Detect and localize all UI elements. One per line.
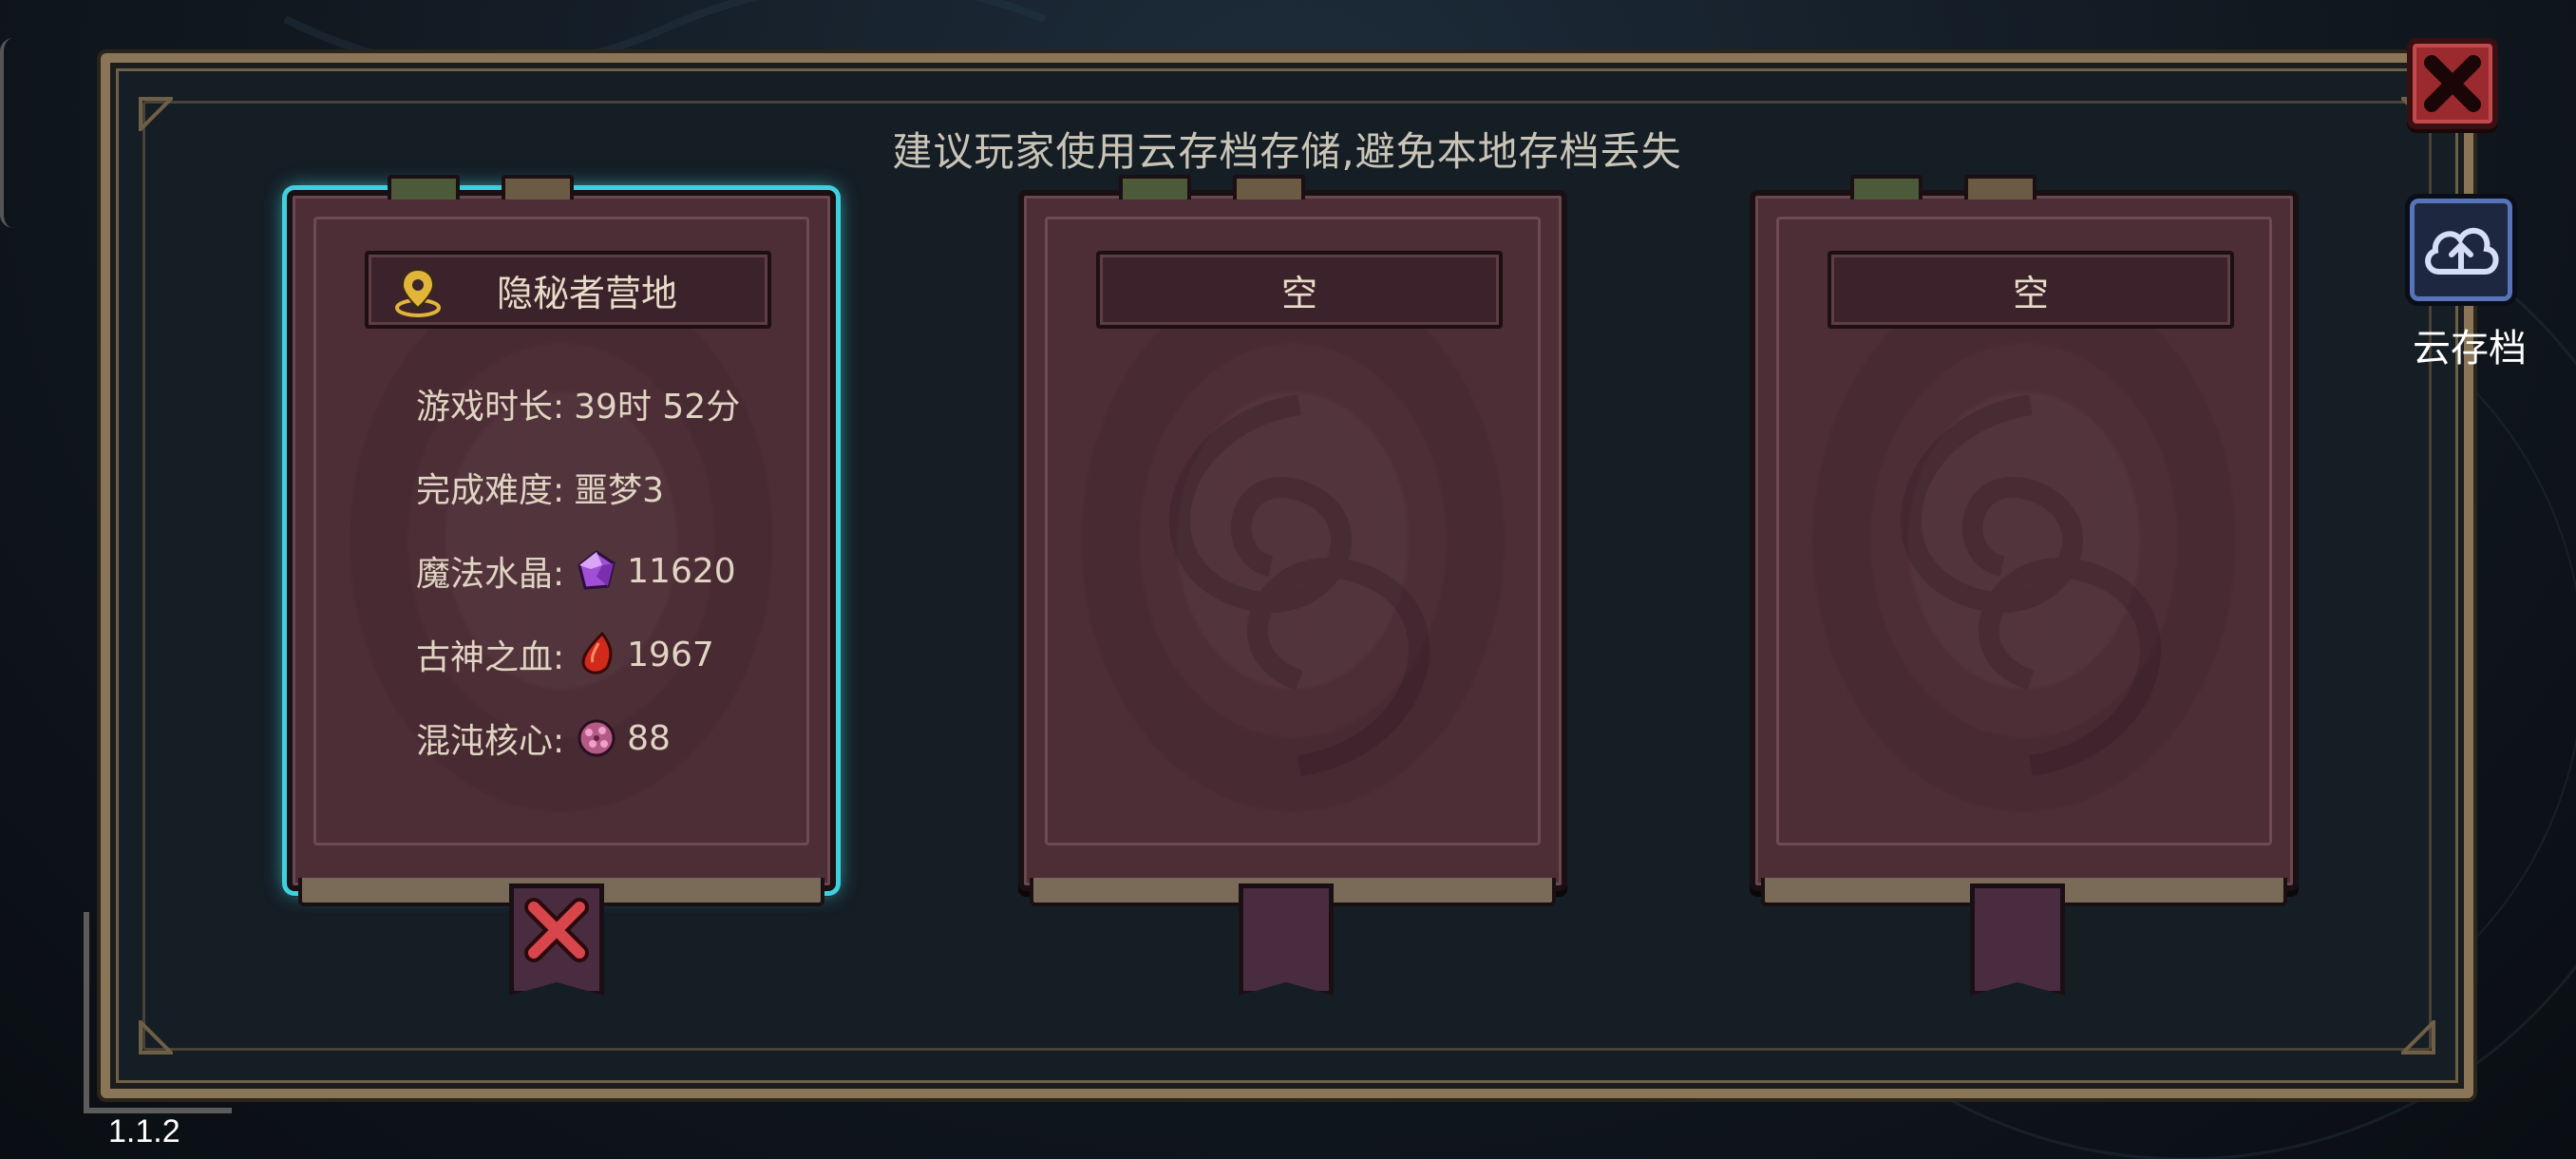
- book-cover-pattern: [1169, 394, 1430, 776]
- slot-title-plate: 空: [1096, 251, 1503, 329]
- slot-title-plate: 隐秘者营地: [365, 251, 771, 329]
- crystal-icon: [578, 550, 616, 590]
- close-x-icon: [2424, 55, 2481, 112]
- delete-save-button[interactable]: [509, 884, 604, 996]
- screen-edge-decoration: [0, 38, 13, 228]
- book-tab: [388, 175, 460, 200]
- stat-label: 古神之血:: [416, 638, 565, 677]
- stat-difficulty: 完成难度: 噩梦3: [416, 466, 740, 510]
- stat-value: 1967: [627, 635, 714, 674]
- stat-label: 混沌核心:: [416, 722, 565, 761]
- delete-x-icon: [524, 898, 589, 962]
- stat-chaos-core: 混沌核心: 88: [416, 716, 740, 762]
- book-tab: [1850, 175, 1923, 200]
- slot-stats: 游戏时长: 39时 52分 完成难度: 噩梦3 魔法水晶: 11620 古神之血…: [416, 382, 740, 800]
- save-slot-2[interactable]: 空: [1018, 175, 1567, 906]
- slot-title-plate: 空: [1828, 251, 2234, 329]
- book-cover-pattern: [1901, 394, 2161, 776]
- stat-value: 39时 52分: [574, 388, 741, 427]
- chaos-core-icon: [578, 719, 616, 757]
- stat-label: 游戏时长:: [416, 388, 565, 427]
- stat-play-time: 游戏时长: 39时 52分: [416, 382, 741, 427]
- corner-ornament: [2401, 1020, 2435, 1054]
- save-slot-3[interactable]: 空: [1750, 175, 2299, 906]
- corner-ornament: [139, 1020, 173, 1054]
- cloud-upload-icon: [2425, 227, 2499, 275]
- cloud-save-hint: 建议玩家使用云存档存储,避免本地存档丢失: [892, 128, 1682, 175]
- stat-magic-crystal: 魔法水晶: 11620: [416, 549, 740, 594]
- map-pin-icon: [395, 268, 441, 317]
- slot-title: 空: [2012, 272, 2049, 314]
- slot-ribbon: [1239, 884, 1334, 996]
- book-tab: [1964, 175, 2036, 200]
- slot-ribbon: [1970, 884, 2065, 996]
- close-button[interactable]: [2407, 38, 2498, 129]
- stat-value: 11620: [627, 551, 736, 591]
- cloud-save-button[interactable]: [2405, 194, 2517, 306]
- cloud-save-label: 云存档: [2413, 327, 2527, 370]
- save-slot-1[interactable]: 隐秘者营地 游戏时长: 39时 52分 完成难度: 噩梦3 魔法水晶: 1162…: [287, 175, 836, 906]
- stat-ancient-blood: 古神之血: 1967: [416, 632, 740, 677]
- slot-title: 空: [1280, 272, 1317, 314]
- stat-value: 噩梦3: [574, 471, 665, 510]
- slot-title: 隐秘者营地: [496, 272, 677, 314]
- stat-value: 88: [627, 718, 671, 758]
- stat-label: 魔法水晶:: [416, 555, 565, 594]
- book-tab: [502, 175, 574, 200]
- version-label: 1.1.2: [108, 1113, 180, 1150]
- book-tab: [1233, 175, 1305, 200]
- stat-label: 完成难度:: [416, 471, 565, 510]
- book-tab: [1119, 175, 1191, 200]
- blood-drop-icon: [581, 632, 613, 674]
